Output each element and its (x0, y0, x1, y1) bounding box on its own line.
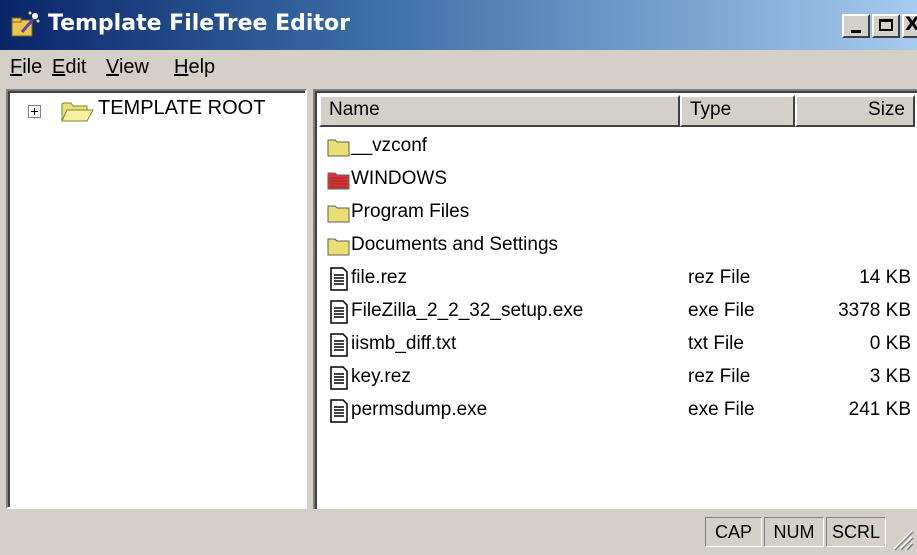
menu-file-label: ile (22, 56, 43, 78)
list-item-name: FileZilla_2_2_32_setup.exe (351, 300, 584, 321)
app-window: Template FileTree Editor X File Edit Vie… (0, 0, 917, 555)
document-icon (330, 366, 348, 390)
column-header-type[interactable]: Type (680, 95, 795, 127)
open-folder-icon (61, 102, 94, 122)
maximize-icon (879, 19, 893, 31)
plus-icon-vertical (34, 108, 35, 115)
wand-app-icon (11, 11, 40, 37)
list-item-type: rez File (688, 267, 751, 288)
list-item[interactable]: permsdump.exe exe File 241 KB (319, 395, 915, 428)
caps-lock-indicator: CAP (705, 517, 762, 547)
folder-icon (327, 172, 350, 190)
tree-root-label[interactable]: TEMPLATE ROOT (98, 97, 265, 120)
close-button[interactable]: X (902, 14, 917, 38)
minimize-icon (851, 30, 861, 33)
folder-icon (327, 139, 350, 157)
menu-view-accel: V (106, 56, 119, 78)
column-header-name[interactable]: Name (319, 95, 680, 127)
list-item-name: permsdump.exe (351, 399, 488, 420)
menu-file[interactable]: File (10, 56, 42, 79)
list-item-type: exe File (688, 399, 755, 420)
list-item[interactable]: Documents and Settings (319, 230, 915, 263)
folder-icon (327, 205, 350, 223)
document-icon (330, 300, 348, 324)
list-item-name: __vzconf (351, 135, 428, 156)
document-icon (330, 399, 348, 423)
title-bar[interactable]: Template FileTree Editor X (0, 0, 917, 50)
list-item[interactable]: WINDOWS (319, 164, 915, 197)
list-item[interactable]: Program Files (319, 197, 915, 230)
list-item-name: file.rez (351, 267, 407, 288)
menu-file-accel: F (10, 56, 23, 78)
list-item-name: key.rez (351, 366, 411, 387)
menu-help-label: elp (188, 56, 216, 78)
list-item-type: txt File (688, 333, 744, 354)
folder-icon (327, 238, 350, 256)
maximize-button[interactable] (872, 14, 900, 38)
list-item-type: rez File (688, 366, 751, 387)
list-item-size: 3378 KB (838, 300, 911, 321)
list-item[interactable]: key.rez rez File 3 KB (319, 362, 915, 395)
scroll-lock-indicator: SCRL (826, 517, 886, 547)
num-lock-indicator: NUM (764, 517, 824, 547)
menu-edit-label: dit (65, 56, 87, 78)
list-item[interactable]: FileZilla_2_2_32_setup.exe exe File 3378… (319, 296, 915, 329)
document-icon (330, 267, 348, 291)
menu-edit[interactable]: Edit (52, 56, 86, 79)
list-item-size: 3 KB (869, 366, 911, 387)
list-item[interactable]: file.rez rez File 14 KB (319, 263, 915, 296)
list-item[interactable]: __vzconf (319, 131, 915, 164)
tree-expand-button[interactable] (28, 105, 41, 118)
menu-view[interactable]: View (106, 56, 149, 79)
list-item-type: exe File (688, 300, 755, 321)
close-icon: X (905, 13, 917, 35)
list-item-name: WINDOWS (351, 168, 448, 189)
column-header-size[interactable]: Size (795, 95, 915, 127)
minimize-button[interactable] (842, 14, 870, 38)
list-item-size: 14 KB (859, 267, 911, 288)
resize-grip-icon[interactable] (888, 525, 914, 551)
menu-help-accel: H (174, 56, 189, 78)
file-list-pane: Name Type Size __vzconf WINDOWS Program (313, 89, 917, 509)
status-message-area (4, 515, 702, 549)
menu-help[interactable]: Help (174, 56, 215, 79)
list-item-name: Documents and Settings (351, 234, 559, 255)
menu-view-label: iew (118, 56, 149, 78)
list-item-size: 241 KB (848, 399, 911, 420)
menu-edit-accel: E (52, 56, 66, 78)
menu-bar: File Edit View Help (0, 50, 917, 86)
tree-pane[interactable]: TEMPLATE ROOT (6, 89, 307, 509)
list-item-size: 0 KB (869, 333, 911, 354)
list-item-name: Program Files (351, 201, 470, 222)
document-icon (330, 333, 348, 357)
list-item-name: iismb_diff.txt (351, 333, 457, 354)
window-title: Template FileTree Editor (48, 11, 350, 36)
status-bar: CAP NUM SCRL (0, 511, 917, 555)
list-item[interactable]: iismb_diff.txt txt File 0 KB (319, 329, 915, 362)
